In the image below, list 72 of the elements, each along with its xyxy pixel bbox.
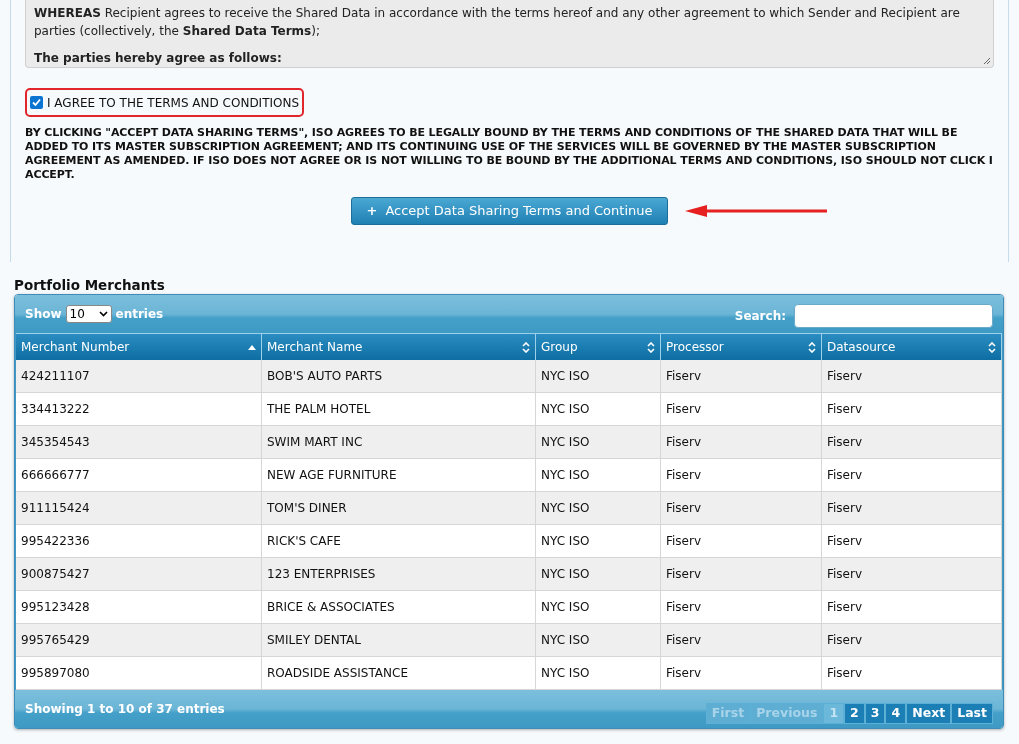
table-cell: 995422336	[16, 525, 262, 557]
section-title: Portfolio Merchants	[14, 276, 166, 294]
table-cell: Fiserv	[661, 360, 822, 392]
table-cell: THE PALM HOTEL	[262, 393, 536, 425]
table-cell: NYC ISO	[536, 525, 661, 557]
table-cell: NYC ISO	[536, 591, 661, 623]
search-field[interactable]	[794, 304, 993, 328]
pagination-button[interactable]: Last	[951, 702, 993, 724]
table-cell: NYC ISO	[536, 657, 661, 689]
entries-info: Showing 1 to 10 of 37 entries	[25, 701, 225, 718]
table-cell: NYC ISO	[536, 558, 661, 590]
table-cell: Fiserv	[822, 558, 1002, 590]
table-cell: Fiserv	[661, 492, 822, 524]
table-cell: ROADSIDE ASSISTANCE	[262, 657, 536, 689]
table-cell: Fiserv	[822, 591, 1002, 623]
pagination-button[interactable]: Next	[906, 702, 952, 724]
legal-disclaimer: BY CLICKING "ACCEPT DATA SHARING TERMS", ISO AGREES TO BE LEGALLY BOUND BY THE TERMS AND CONDITIONS OF THE SHARED DATA THAT WILL BE ADDED TO ITS MASTER SUBSCRIPTION AGREEMENT; AND ITS CONTINUING USE OF THE SERVICES WILL BE GOVERNED BY THE MASTER SUBSCRIPTION AGREEMENT AS AMENDED. IF ISO DOES NOT AGREE OR IS NOT WILLING TO BE BOUND BY THE ADDITIONAL TERMS AND CONDITIONS, ISO SHOULD NOT CLICK I ACCEPT.	[25, 126, 994, 182]
table-cell: NYC ISO	[536, 492, 661, 524]
table-cell: BOB'S AUTO PARTS	[262, 360, 536, 392]
entries-label: entries	[115, 306, 164, 323]
table-cell: 345354543	[16, 426, 262, 458]
table-cell: 666666777	[16, 459, 262, 491]
agree-checkbox[interactable]	[30, 96, 43, 109]
terms-heading: The parties hereby agree as follows:	[34, 50, 283, 67]
table-cell: Fiserv	[822, 360, 1002, 392]
table-cell: 911115424	[16, 492, 262, 524]
table-cell: Fiserv	[661, 591, 822, 623]
table-cell: Fiserv	[822, 393, 1002, 425]
terms-paragraph: WHEREAS Recipient agrees to receive the Shared Data in accordance with the terms hereof and any other agreement to which Sender and Recipient are parties (collectively, the Shared Data Terms);	[34, 5, 961, 40]
table-cell: NYC ISO	[536, 624, 661, 656]
table-cell: Fiserv	[661, 459, 822, 491]
table-cell: TOM'S DINER	[262, 492, 536, 524]
table-cell: Fiserv	[822, 657, 1002, 689]
pagination-button[interactable]: 2	[844, 702, 865, 724]
table-cell: 123 ENTERPRISES	[262, 558, 536, 590]
table-cell: Fiserv	[661, 426, 822, 458]
show-label: Show	[25, 306, 62, 323]
table-cell: 424211107	[16, 360, 262, 392]
table-cell: Fiserv	[822, 492, 1002, 524]
table-cell: NYC ISO	[536, 426, 661, 458]
table-cell: Fiserv	[822, 624, 1002, 656]
table-cell: Fiserv	[822, 426, 1002, 458]
table-cell: NYC ISO	[536, 393, 661, 425]
pagination-button[interactable]: 3	[864, 702, 886, 724]
table-cell: Fiserv	[822, 525, 1002, 557]
table-cell: 995123428	[16, 591, 262, 623]
table-cell: NYC ISO	[536, 459, 661, 491]
table-cell: RICK'S CAFE	[262, 525, 536, 557]
table-cell: BRICE & ASSOCIATES	[262, 591, 536, 623]
table-cell: Fiserv	[661, 393, 822, 425]
table-cell: Fiserv	[822, 459, 1002, 491]
agree-checkbox-row[interactable]: I AGREE TO THE TERMS AND CONDITIONS	[25, 88, 305, 117]
pagination-button[interactable]: 4	[885, 702, 907, 724]
page-size-select[interactable]: 10	[65, 305, 112, 323]
accept-button[interactable]: + Accept Data Sharing Terms and Continue	[351, 197, 668, 225]
table-cell: Fiserv	[661, 657, 822, 689]
search-label: Search:	[734, 308, 786, 325]
table-cell: NYC ISO	[536, 360, 661, 392]
table-cell: 900875427	[16, 558, 262, 590]
table-cell: 334413222	[16, 393, 262, 425]
chevron-down-icon	[98, 311, 108, 317]
table-cell: Fiserv	[661, 525, 822, 557]
table-cell: SMILEY DENTAL	[262, 624, 536, 656]
resize-handle-icon[interactable]	[981, 55, 991, 65]
table-cell: 995765429	[16, 624, 262, 656]
table-cell: Fiserv	[661, 558, 822, 590]
agree-label: I AGREE TO THE TERMS AND CONDITIONS	[47, 94, 300, 112]
table-cell: Fiserv	[661, 624, 822, 656]
terms-text-area[interactable]	[25, 0, 994, 68]
table-cell: NEW AGE FURNITURE	[262, 459, 536, 491]
table-cell: SWIM MART INC	[262, 426, 536, 458]
table-cell: 995897080	[16, 657, 262, 689]
